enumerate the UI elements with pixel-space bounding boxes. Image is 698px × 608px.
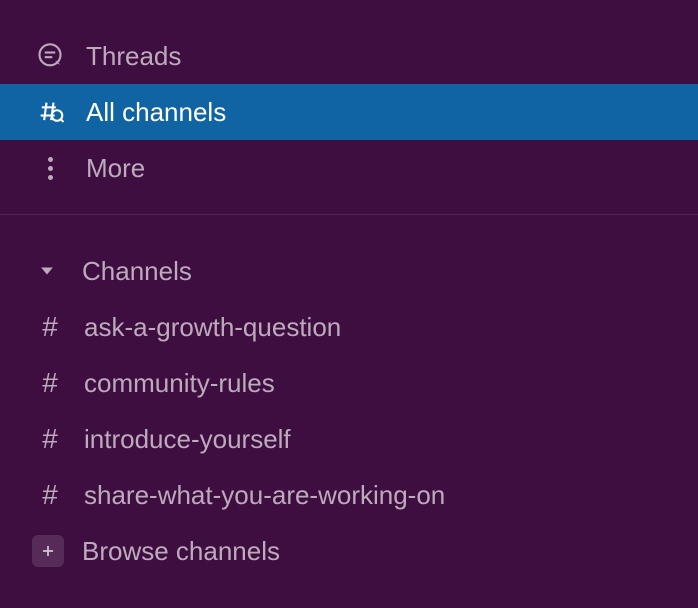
- hash-icon: #: [36, 423, 64, 455]
- nav-all-channels-label: All channels: [86, 97, 226, 128]
- nav-threads-label: Threads: [86, 41, 181, 72]
- slack-sidebar: Threads All channels More: [0, 0, 698, 608]
- channel-item[interactable]: # share-what-you-are-working-on: [0, 467, 698, 523]
- browse-channels[interactable]: Browse channels: [0, 523, 698, 579]
- nav-more-label: More: [86, 153, 145, 184]
- hash-icon: #: [36, 479, 64, 511]
- channel-item[interactable]: # ask-a-growth-question: [0, 299, 698, 355]
- divider: [0, 214, 698, 215]
- channel-label: introduce-yourself: [84, 424, 291, 455]
- channels-section-header[interactable]: Channels: [0, 243, 698, 299]
- browse-channels-label: Browse channels: [82, 536, 280, 567]
- threads-icon: [32, 38, 68, 74]
- hash-icon: #: [36, 311, 64, 343]
- plus-icon: [32, 535, 64, 567]
- channels-section-label: Channels: [82, 256, 192, 287]
- channel-item[interactable]: # community-rules: [0, 355, 698, 411]
- channel-label: ask-a-growth-question: [84, 312, 341, 343]
- channel-label: share-what-you-are-working-on: [84, 480, 445, 511]
- hash-icon: #: [36, 367, 64, 399]
- channel-item[interactable]: # introduce-yourself: [0, 411, 698, 467]
- all-channels-icon: [32, 94, 68, 130]
- channel-label: community-rules: [84, 368, 275, 399]
- nav-all-channels[interactable]: All channels: [0, 84, 698, 140]
- nav-threads[interactable]: Threads: [0, 28, 698, 84]
- more-icon: [32, 150, 68, 186]
- nav-more[interactable]: More: [0, 140, 698, 196]
- caret-down-icon: [36, 260, 58, 282]
